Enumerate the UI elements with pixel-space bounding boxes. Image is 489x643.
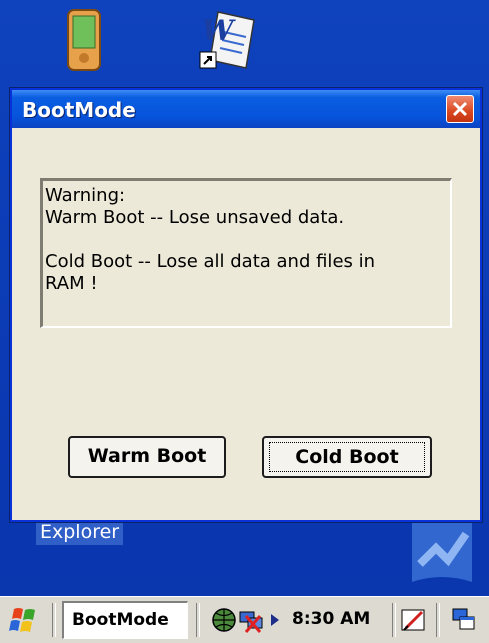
- tray-expand-arrow-icon[interactable]: [266, 606, 284, 634]
- word-document-shortcut-icon[interactable]: W: [196, 6, 260, 76]
- svg-text:W: W: [202, 14, 236, 47]
- explorer-desktop-label[interactable]: Explorer: [36, 519, 124, 545]
- taskbar-separator: [196, 603, 200, 637]
- close-button[interactable]: [446, 95, 474, 123]
- taskbar: BootMode 8:30 AM: [0, 596, 489, 643]
- warning-line: Cold Boot -- Lose all data and files in: [45, 251, 376, 272]
- dialog-title: BootMode: [22, 98, 136, 122]
- taskbar-separator: [436, 603, 440, 637]
- handheld-device-icon[interactable]: [60, 6, 110, 76]
- warning-line: Warm Boot -- Lose unsaved data.: [45, 207, 345, 228]
- cold-boot-label: Cold Boot: [269, 442, 425, 472]
- warning-line: RAM !: [45, 273, 98, 294]
- network-globe-icon[interactable]: [210, 606, 238, 634]
- start-windows-flag-icon[interactable]: [8, 605, 40, 635]
- warm-boot-button[interactable]: Warm Boot: [68, 436, 226, 478]
- disconnected-network-icon[interactable]: [238, 606, 266, 634]
- taskbar-app-button[interactable]: BootMode: [62, 601, 188, 639]
- warning-message-box: Warning: Warm Boot -- Lose unsaved data.…: [40, 178, 452, 328]
- taskbar-separator: [392, 603, 396, 637]
- taskbar-separator: [52, 603, 56, 637]
- switch-windows-icon[interactable]: [450, 606, 478, 634]
- bootmode-dialog: BootMode Warning: Warm Boot -- Lose unsa…: [10, 88, 482, 522]
- warning-line: Warning:: [45, 185, 126, 206]
- cold-boot-button[interactable]: Cold Boot: [262, 436, 432, 478]
- windows-flag-watermark-icon: [402, 512, 482, 592]
- close-icon: [452, 101, 468, 117]
- warning-blank-line: [45, 229, 448, 251]
- input-panel-pen-icon[interactable]: [400, 606, 428, 634]
- dialog-titlebar[interactable]: BootMode: [12, 90, 480, 128]
- clock[interactable]: 8:30 AM: [292, 609, 370, 629]
